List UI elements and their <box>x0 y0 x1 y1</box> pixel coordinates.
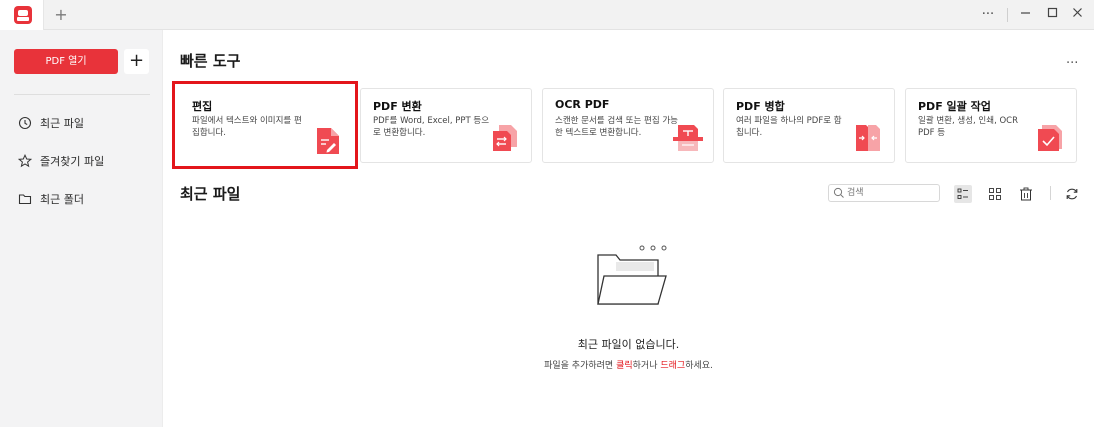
card-description: PDF를 Word, Excel, PPT 등으로 변환합니다. <box>373 116 490 138</box>
list-view-icon <box>957 188 968 199</box>
empty-sub-text: 하거나 <box>632 361 661 371</box>
empty-folder-icon <box>597 245 667 305</box>
sidebar-item-favorites[interactable]: 즐겨찾기 파일 <box>18 152 104 170</box>
tool-card-ocr[interactable]: OCR PDF 스캔한 문서를 검색 또는 편집 가능한 텍스트로 변환합니다. <box>542 88 714 163</box>
maximize-button[interactable] <box>1041 4 1063 26</box>
title-bar: + ··· <box>0 0 1094 30</box>
more-options-button[interactable]: ··· <box>977 4 999 26</box>
sidebar-item-label: 즐겨찾기 파일 <box>40 155 105 168</box>
quick-tools-more-button[interactable]: ··· <box>1066 56 1078 71</box>
card-title: PDF 병합 <box>736 100 785 113</box>
card-description: 파일에서 텍스트와 이미지를 편집합니다. <box>192 116 302 138</box>
add-button[interactable]: + <box>124 49 149 74</box>
toolbar-divider <box>1050 186 1051 200</box>
card-description: 일괄 변환, 생성, 인쇄, OCR PDF 등 <box>918 116 1019 138</box>
grid-view-button[interactable] <box>986 185 1004 203</box>
batch-pdf-icon <box>1038 125 1062 151</box>
close-icon <box>1072 8 1082 17</box>
sidebar-item-recent-files[interactable]: 최근 파일 <box>18 114 84 132</box>
empty-state-subtitle: 파일을 추가하려면 클릭하거나 드래그하세요. <box>0 358 1094 371</box>
new-tab-button[interactable]: + <box>52 5 70 25</box>
clear-history-button[interactable] <box>1017 185 1035 203</box>
card-title: 편집 <box>192 100 213 113</box>
ocr-pdf-icon <box>673 125 703 151</box>
maximize-icon <box>1047 7 1057 18</box>
empty-sub-text: 파일을 추가하려면 <box>544 361 617 371</box>
empty-sub-text: 하세요. <box>685 361 713 371</box>
search-icon <box>833 187 844 198</box>
app-tab[interactable] <box>0 0 44 30</box>
sidebar-item-label: 최근 파일 <box>40 117 84 130</box>
card-description: 여러 파일을 하나의 PDF로 합칩니다. <box>736 116 842 138</box>
card-title: OCR PDF <box>555 98 610 111</box>
card-title: PDF 변환 <box>373 100 422 113</box>
tool-card-convert[interactable]: PDF 변환 PDF를 Word, Excel, PPT 등으로 변환합니다. <box>360 88 532 163</box>
tool-card-edit[interactable]: 편집 파일에서 텍스트와 이미지를 편집합니다. <box>172 81 358 169</box>
refresh-button[interactable] <box>1063 185 1081 203</box>
list-view-button[interactable] <box>954 185 972 203</box>
tool-card-merge[interactable]: PDF 병합 여러 파일을 하나의 PDF로 합칩니다. <box>723 88 895 163</box>
star-icon <box>18 154 32 168</box>
card-description: 스캔한 문서를 검색 또는 편집 가능한 텍스트로 변환합니다. <box>555 116 678 138</box>
search-box[interactable] <box>828 184 940 202</box>
grid-view-icon <box>989 188 1001 200</box>
folder-icon <box>18 194 32 205</box>
refresh-icon <box>1066 188 1078 200</box>
search-input[interactable] <box>847 186 937 200</box>
quick-tools-title: 빠른 도구 <box>180 52 241 70</box>
close-button[interactable] <box>1066 4 1088 26</box>
trash-icon <box>1020 187 1032 201</box>
clock-icon <box>18 116 32 130</box>
minimize-icon <box>1020 12 1030 14</box>
app-logo-icon <box>14 6 32 24</box>
edit-pdf-icon <box>317 128 339 154</box>
minimize-button[interactable] <box>1014 4 1036 26</box>
drag-link[interactable]: 드래그 <box>660 361 685 371</box>
open-pdf-button[interactable]: PDF 열기 <box>14 49 118 74</box>
tool-card-batch[interactable]: PDF 일괄 작업 일괄 변환, 생성, 인쇄, OCR PDF 등 <box>905 88 1077 163</box>
card-title: PDF 일괄 작업 <box>918 100 991 113</box>
recent-files-title: 최근 파일 <box>180 185 241 203</box>
convert-pdf-icon <box>493 125 517 151</box>
sidebar-item-label: 최근 폴더 <box>40 193 84 206</box>
sidebar-item-recent-folders[interactable]: 최근 폴더 <box>18 190 84 208</box>
merge-pdf-icon <box>856 125 880 151</box>
titlebar-divider <box>1007 8 1008 22</box>
click-link[interactable]: 클릭 <box>616 361 633 371</box>
sidebar-divider <box>14 94 150 95</box>
empty-state-title: 최근 파일이 없습니다. <box>577 338 680 351</box>
